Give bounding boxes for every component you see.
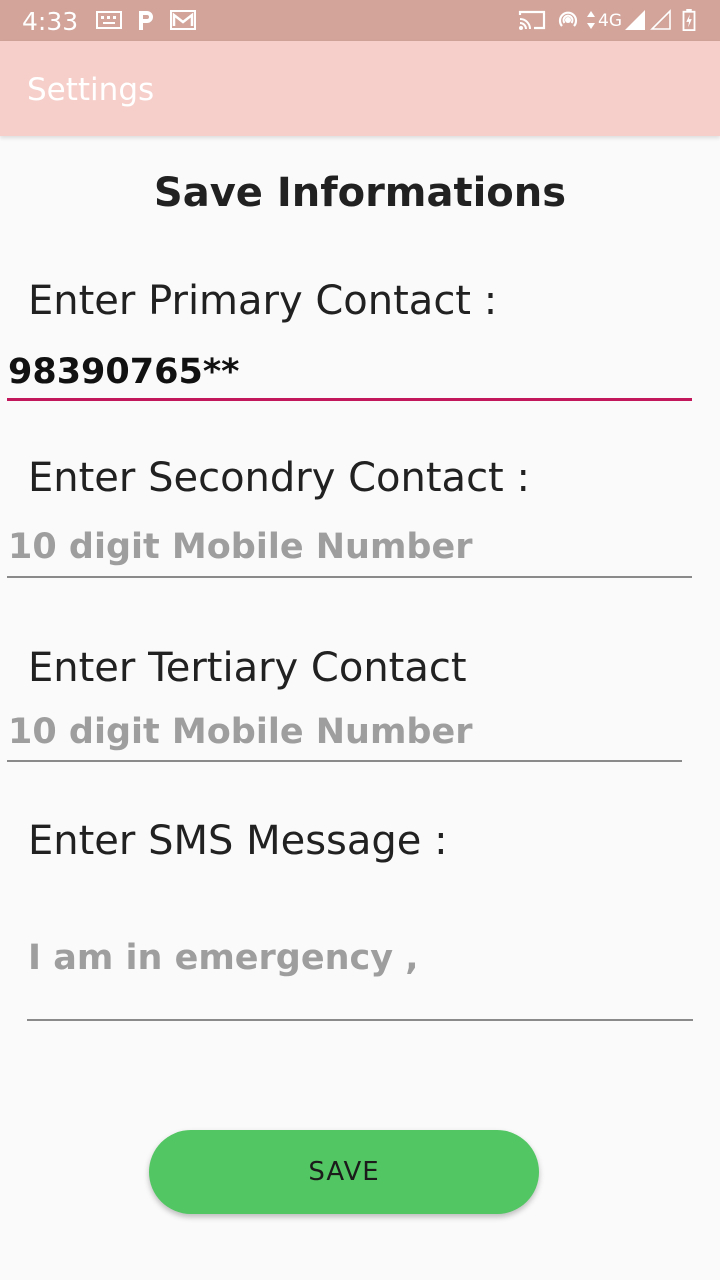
- secondary-contact-label: Enter Secondry Contact :: [28, 455, 530, 501]
- sms-message-underline: [27, 1019, 693, 1021]
- sms-message-input[interactable]: I am in emergency ,: [28, 938, 688, 982]
- tertiary-contact-label: Enter Tertiary Contact: [28, 645, 467, 691]
- p-app-icon: [139, 11, 153, 30]
- sms-message-label: Enter SMS Message :: [28, 818, 448, 864]
- tertiary-contact-underline: [7, 760, 682, 762]
- primary-contact-input[interactable]: [8, 350, 688, 394]
- network-type-label: 4G: [598, 11, 622, 31]
- save-button[interactable]: SAVE: [149, 1130, 539, 1214]
- app-title: Settings: [27, 72, 155, 108]
- cast-icon: [518, 10, 546, 30]
- tertiary-contact-input[interactable]: 10 digit Mobile Number: [8, 712, 678, 756]
- signal-empty-icon: [650, 9, 671, 30]
- gmail-icon: [170, 10, 196, 30]
- secondary-contact-input[interactable]: 10 digit Mobile Number: [8, 527, 688, 571]
- status-time: 4:33: [22, 7, 79, 36]
- hotspot-icon: [558, 11, 578, 27]
- primary-contact-underline: [7, 398, 692, 401]
- primary-contact-label: Enter Primary Contact :: [28, 278, 498, 324]
- data-arrows-icon: [587, 11, 595, 29]
- secondary-contact-underline: [7, 576, 692, 578]
- battery-icon: [682, 9, 696, 31]
- keyboard-icon: [96, 11, 122, 29]
- signal-icon: [625, 10, 645, 30]
- page-title: Save Informations: [153, 170, 567, 216]
- app-bar: Settings: [0, 41, 720, 136]
- status-bar: 4:33 4G: [0, 0, 720, 41]
